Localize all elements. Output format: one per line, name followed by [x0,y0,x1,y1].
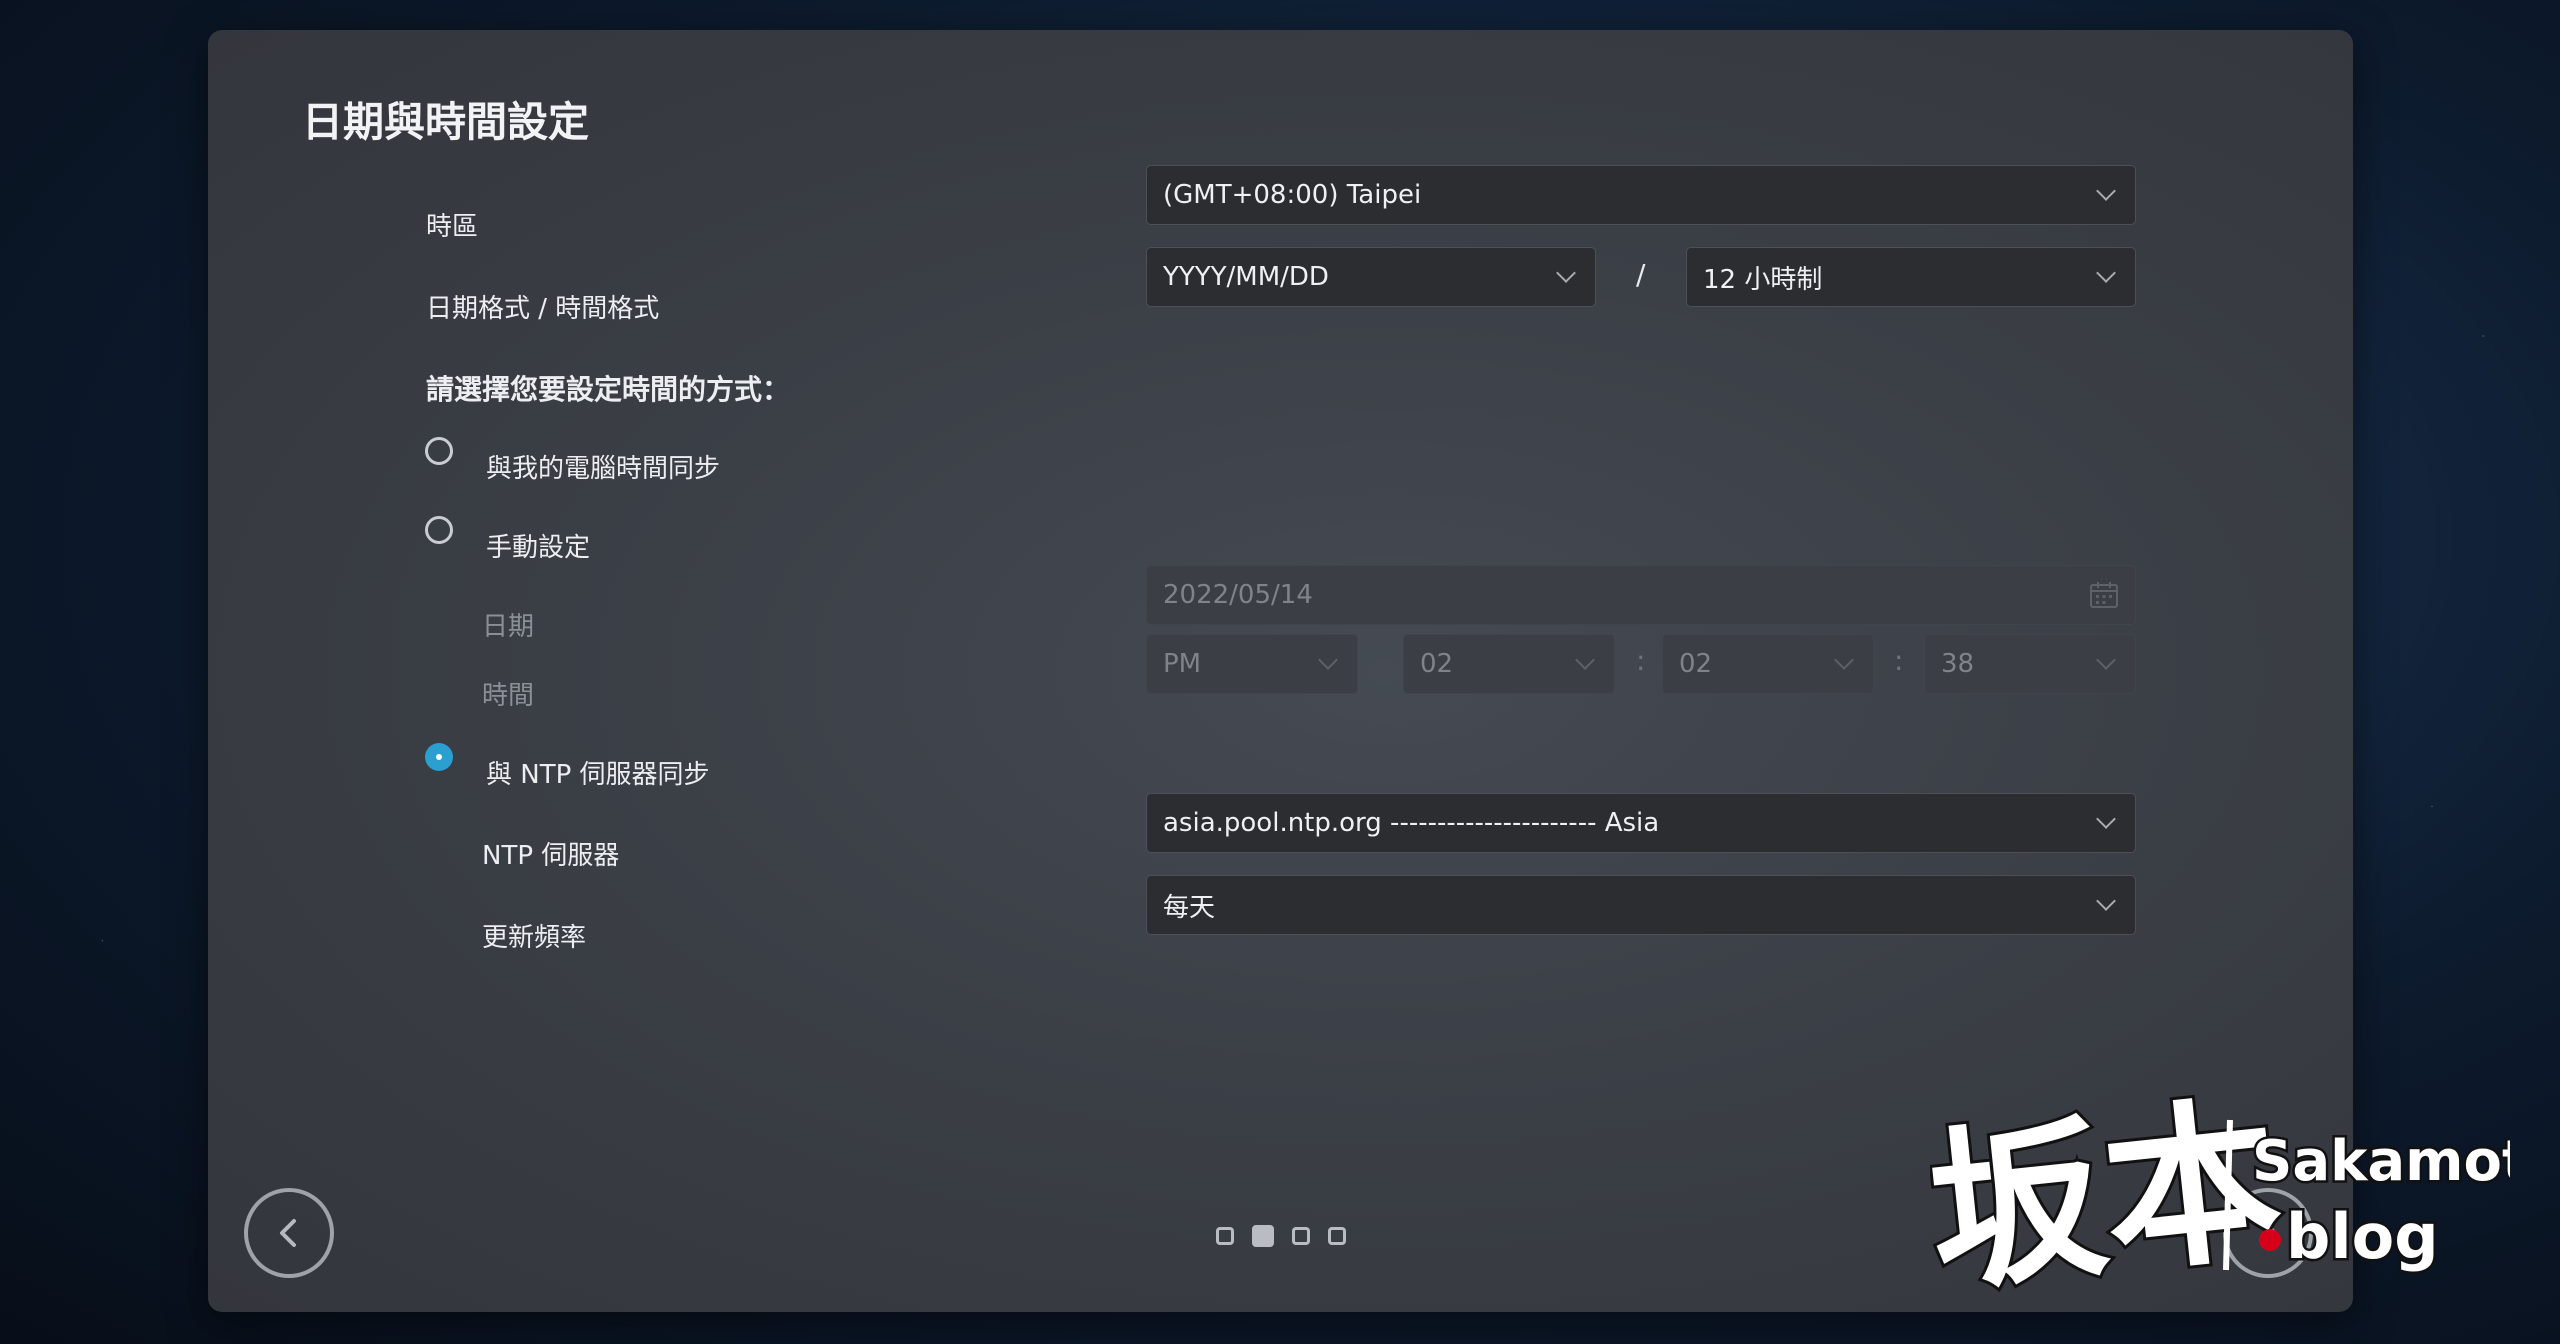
frequency-label: 更新頻率 [482,923,587,953]
option-manual-label[interactable]: 手動設定 [486,527,590,564]
option-sync-computer-label[interactable]: 與我的電腦時間同步 [486,448,720,485]
timezone-value: (GMT+08:00) Taipei [1163,180,1422,210]
date-format-select[interactable]: YYYY/MM/DD [1146,247,1596,307]
chevron-down-icon [1556,263,1576,283]
manual-second-value: 38 [1941,649,1975,679]
chevron-down-icon [2096,263,2116,283]
watermark-latin-bottom: blog [2286,1200,2439,1273]
format-separator: / [1636,258,1646,291]
watermark-red-dot [2259,1229,2281,1251]
timezone-select[interactable]: (GMT+08:00) Taipei [1146,165,2136,225]
pager-dot[interactable] [1216,1227,1234,1245]
format-label: 日期格式 / 時間格式 [426,294,660,324]
pager-dot[interactable] [1292,1227,1310,1245]
manual-ampm-value: PM [1163,649,1202,679]
watermark-latin-top: Sakamoto [2252,1129,2510,1194]
pager-dots [1216,1225,1346,1247]
calendar-icon [2090,582,2118,608]
manual-time-label: 時間 [482,681,535,711]
chevron-down-icon [2096,809,2116,829]
timezone-label: 時區 [426,212,479,242]
pager-dot[interactable] [1328,1227,1346,1245]
ntp-server-label: NTP 伺服器 [482,841,620,871]
manual-date-value: 2022/05/14 [1163,580,1313,610]
ntp-server-select[interactable]: asia.pool.ntp.org ----------------------… [1146,793,2136,853]
time-format-value: 12 小時制 [1703,264,1823,295]
manual-minute-select: 02 [1662,634,1874,694]
chevron-down-icon [2096,891,2116,911]
manual-date-label: 日期 [482,612,535,642]
radio-sync-computer[interactable] [425,437,453,465]
option-ntp-label[interactable]: 與 NTP 伺服器同步 [486,754,710,791]
manual-ampm-select: PM [1146,634,1358,694]
time-colon: : [1636,644,1646,677]
manual-hour-select: 02 [1403,634,1615,694]
pager-dot-active[interactable] [1252,1225,1274,1247]
manual-minute-value: 02 [1679,649,1713,679]
method-heading: 請選擇您要設定時間的方式： [426,373,791,406]
chevron-down-icon [1318,650,1338,670]
radio-manual[interactable] [425,516,453,544]
watermark-cjk: 坂本 [1930,1080,2290,1300]
sakamoto-blog-watermark: 坂本 Sakamoto blog [1930,1080,2510,1300]
chevron-down-icon [2096,650,2116,670]
frequency-value: 每天 [1163,892,1216,923]
page-title: 日期與時間設定 [302,98,589,146]
manual-date-input: 2022/05/14 [1146,565,2136,625]
manual-hour-value: 02 [1420,649,1454,679]
back-button[interactable] [244,1188,334,1278]
time-format-select[interactable]: 12 小時制 [1686,247,2136,307]
chevron-down-icon [1834,650,1854,670]
frequency-select[interactable]: 每天 [1146,875,2136,935]
ntp-server-value: asia.pool.ntp.org ----------------------… [1163,808,1660,838]
manual-second-select: 38 [1924,634,2136,694]
time-colon: : [1894,644,1904,677]
radio-ntp[interactable] [425,743,453,771]
chevron-left-icon [280,1219,296,1247]
chevron-down-icon [1575,650,1595,670]
date-format-value: YYYY/MM/DD [1163,262,1329,292]
chevron-down-icon [2096,181,2116,201]
